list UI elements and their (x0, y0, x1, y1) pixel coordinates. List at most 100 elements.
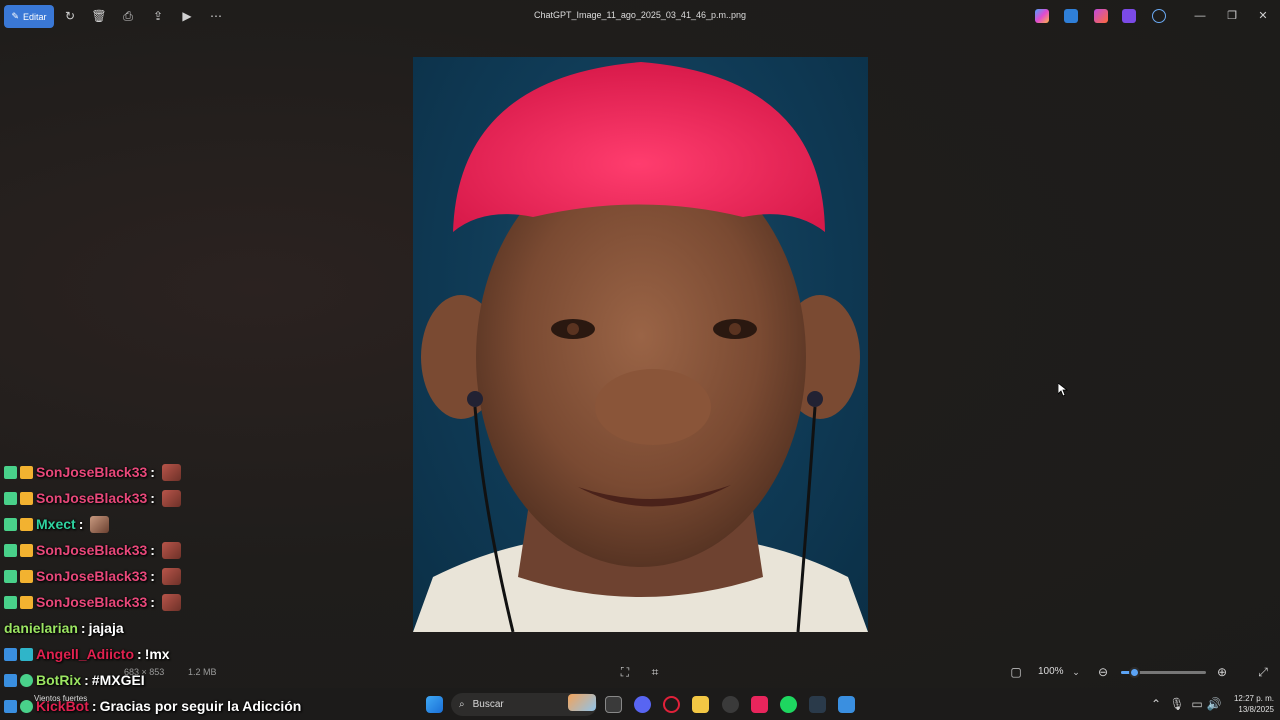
chat-username: SonJoseBlack33 (36, 542, 148, 558)
designer-icon[interactable] (1094, 9, 1108, 23)
chat-username: Mxect (36, 516, 76, 532)
portrait-image (413, 62, 868, 632)
clock-date: 13/8/2025 (1238, 705, 1274, 714)
chat-message: danielarian : jajaja (4, 617, 124, 639)
zoom-out-icon[interactable]: ⊖ (1095, 664, 1111, 680)
chat-separator: : (80, 620, 86, 636)
verified-badge-icon (4, 647, 17, 661)
chevron-up-icon[interactable]: ⌃ (1148, 696, 1164, 712)
zoom-in-icon[interactable]: ⊕ (1214, 664, 1230, 680)
chat-text: #MXGEI (91, 672, 145, 688)
chat-separator: : (150, 594, 155, 610)
editor-icon[interactable] (1064, 9, 1078, 23)
tiktok-icon[interactable] (751, 696, 768, 713)
chat-separator: : (150, 568, 155, 584)
file-explorer-icon[interactable] (692, 696, 709, 713)
chat-separator: : (78, 516, 84, 532)
mouse-cursor (1058, 383, 1068, 397)
sub-badge-icon (4, 543, 17, 557)
emote-icon (161, 567, 181, 585)
chat-username: Angell_Adiicto (36, 646, 135, 662)
chat-username: SonJoseBlack33 (36, 464, 148, 480)
onedrive-off-icon[interactable] (1152, 9, 1166, 23)
sub-badge-icon (4, 517, 17, 531)
sub-badge-icon (4, 465, 17, 479)
bot-badge-icon (20, 673, 33, 687)
chat-separator: : (84, 672, 89, 688)
opera-icon[interactable] (663, 696, 680, 713)
chat-separator: : (150, 542, 155, 558)
chat-message: Angell_Adiicto : !mx (4, 643, 170, 665)
crown-badge-icon (20, 491, 33, 505)
capcut-icon[interactable] (809, 696, 826, 713)
volume-icon[interactable]: 🔊 (1206, 696, 1222, 712)
chat-separator: : (91, 698, 97, 714)
chat-message: Mxect : (4, 513, 110, 535)
emote-icon (90, 515, 110, 533)
sub-badge-icon (4, 569, 17, 583)
scan-icon[interactable]: ⌗ (647, 664, 663, 680)
emote-icon (161, 489, 181, 507)
discord-icon[interactable] (634, 696, 651, 713)
chat-message: SonJoseBlack33 : (4, 591, 181, 613)
chat-message: SonJoseBlack33 : (4, 487, 181, 509)
minimize-icon[interactable]: — (1192, 8, 1208, 24)
maximize-icon[interactable]: ❐ (1224, 8, 1240, 24)
crown-badge-icon (20, 543, 33, 557)
chat-message: SonJoseBlack33 : (4, 539, 181, 561)
emote-icon (161, 541, 181, 559)
file-title: ChatGPT_Image_11_ago_2025_03_41_46_p.m..… (533, 10, 746, 20)
chat-username: SonJoseBlack33 (36, 594, 148, 610)
chevron-down-icon[interactable]: ⌄ (1068, 664, 1084, 680)
network-icon[interactable]: ▭ (1189, 696, 1205, 712)
sub-badge-icon (4, 595, 17, 609)
verified-badge-icon (4, 673, 17, 687)
chat-separator: : (137, 646, 142, 662)
crown-badge-icon (20, 517, 33, 531)
clock-time: 12:27 p. m. (1233, 694, 1274, 703)
zoom-slider-thumb[interactable] (1129, 667, 1140, 678)
emote-icon (161, 593, 181, 611)
chat-username: SonJoseBlack33 (36, 568, 148, 584)
chat-username: BotRix (36, 672, 82, 688)
sub-badge-icon (4, 491, 17, 505)
zoom-percent[interactable]: 100% (1038, 666, 1064, 677)
displayed-image (413, 57, 868, 632)
fit-icon[interactable]: ⛶ (617, 664, 633, 680)
search-placeholder: Buscar (472, 699, 504, 710)
chat-message: BotRix : #MXGEI (4, 669, 145, 691)
chat-separator: : (150, 464, 155, 480)
toolbar: ✎ Editar ↻ 🗑 ⎙ ⇪ ▶ ⋯ ChatGPT_Image_11_ag… (0, 0, 1280, 32)
emote-icon (161, 463, 181, 481)
verified-badge-icon (4, 699, 17, 713)
mod-badge-icon (20, 647, 33, 661)
fullscreen-icon[interactable]: ⤢ (1255, 664, 1271, 680)
actual-size-icon[interactable]: ▢ (1008, 664, 1024, 680)
chat-message: SonJoseBlack33 : (4, 461, 181, 483)
clock[interactable]: 12:27 p. m. 13/8/2025 (1222, 693, 1274, 715)
microphone-icon[interactable]: 🎙 (1169, 696, 1185, 712)
chat-text: jajaja (88, 620, 124, 636)
chat-message: SonJoseBlack33 : (4, 565, 181, 587)
chat-text: !mx (144, 646, 170, 662)
search-icon: ⌕ (459, 699, 465, 710)
crown-badge-icon (20, 595, 33, 609)
crown-badge-icon (20, 569, 33, 583)
stream-chat-overlay: SonJoseBlack33 : SonJoseBlack33 : Mxect … (0, 438, 320, 720)
spotify-icon[interactable] (780, 696, 797, 713)
task-view-icon[interactable] (605, 696, 622, 713)
bot-badge-icon (20, 699, 33, 713)
weather-widget-icon[interactable] (568, 694, 596, 711)
chat-username: SonJoseBlack33 (36, 490, 148, 506)
weather-text: Vientos fuertes (34, 694, 88, 703)
close-icon[interactable]: ✕ (1255, 8, 1271, 24)
chat-username: danielarian (4, 620, 78, 636)
photos-app-window: ✎ Editar ↻ 🗑 ⎙ ⇪ ▶ ⋯ ChatGPT_Image_11_ag… (0, 0, 1280, 720)
windows-start-icon[interactable] (426, 696, 443, 713)
crown-badge-icon (20, 465, 33, 479)
copilot-icon[interactable] (1035, 9, 1049, 23)
clipchamp-icon[interactable] (1122, 9, 1136, 23)
chat-text: Gracias por seguir la Adicción (99, 698, 302, 714)
photos-icon[interactable] (838, 696, 855, 713)
settings-icon[interactable] (722, 696, 739, 713)
